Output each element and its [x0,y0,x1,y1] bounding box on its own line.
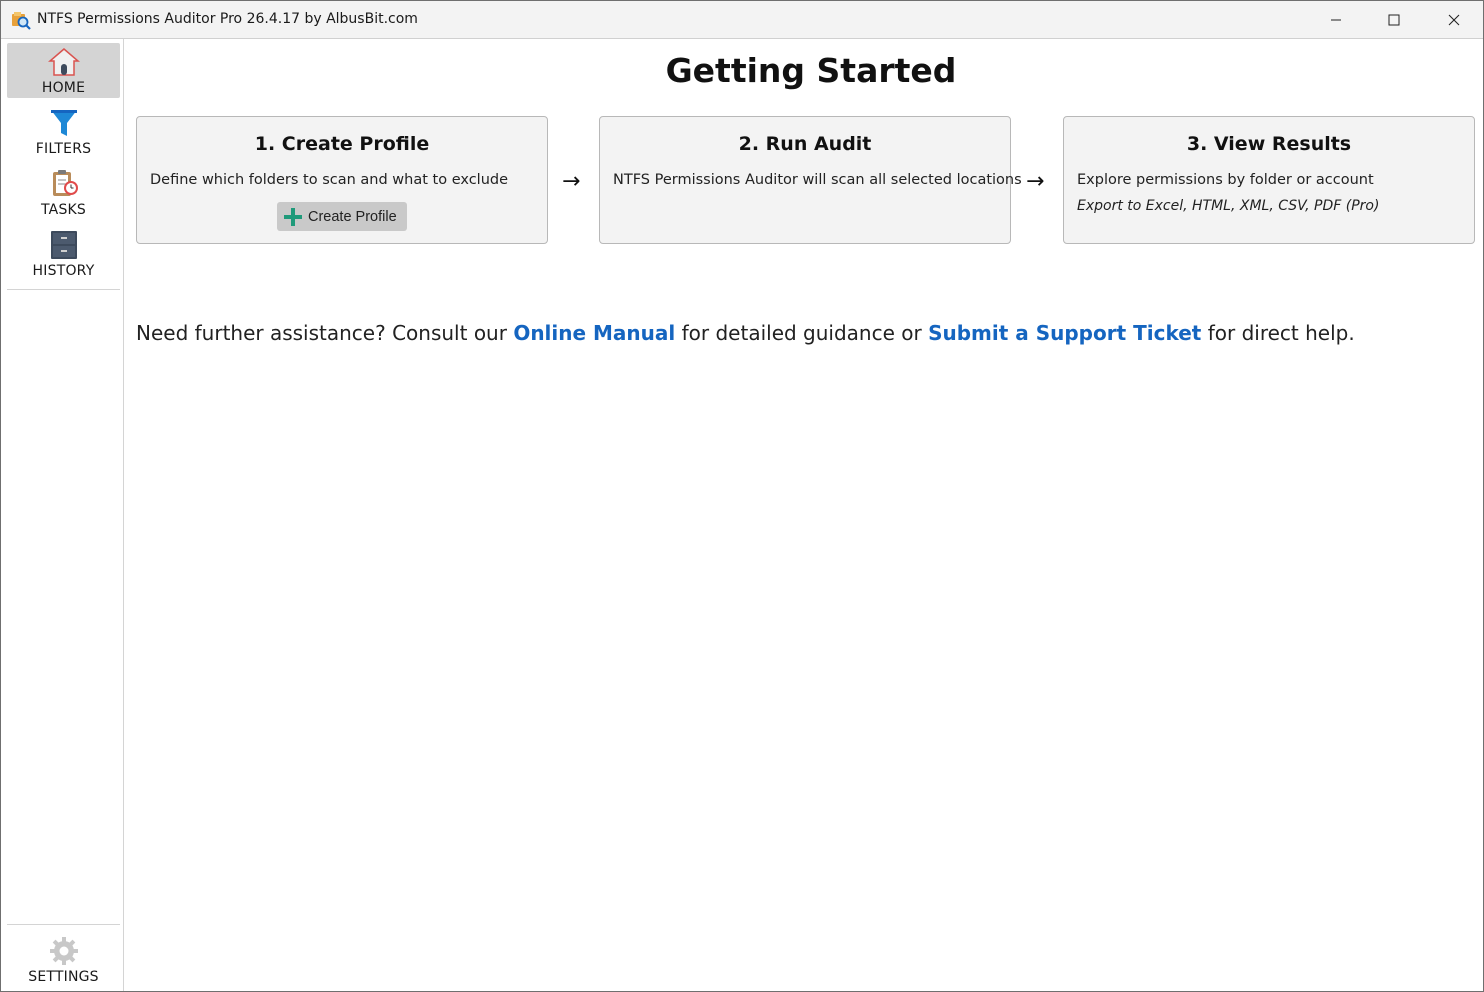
close-button[interactable] [1425,1,1483,39]
sidebar: HOME FILTERS TASKS HISTORY SETTINGS [1,39,124,991]
home-icon [47,46,80,78]
sidebar-item-label: SETTINGS [28,969,99,985]
sidebar-item-home[interactable]: HOME [7,43,120,98]
maximize-button[interactable] [1365,1,1423,39]
sidebar-item-label: TASKS [41,202,86,218]
step-title: 1. Create Profile [254,133,430,155]
main-content: Getting Started 1. Create Profile Define… [125,39,1483,991]
sidebar-item-label: HISTORY [32,263,95,279]
sidebar-divider [7,924,120,925]
sidebar-item-history[interactable]: HISTORY [7,226,120,281]
minimize-button[interactable] [1307,1,1365,39]
support-ticket-link[interactable]: Submit a Support Ticket [928,321,1201,345]
app-logo-icon [11,10,31,30]
step-description: NTFS Permissions Auditor will scan all s… [613,172,1022,188]
gear-icon [48,935,80,967]
history-icon [48,229,80,261]
help-middle: for detailed guidance or [675,321,929,345]
export-note: Export to Excel, HTML, XML, CSV, PDF (Pr… [1077,198,1380,214]
step-title: 2. Run Audit [738,133,872,155]
step-card-view-results: 3. View Results Explore permissions by f… [1063,116,1475,244]
page-title: Getting Started [665,51,957,90]
window-title: NTFS Permissions Auditor Pro 26.4.17 by … [37,11,418,27]
step-arrow: → [562,169,581,194]
plus-icon [284,207,302,226]
step-title: 3. View Results [1186,133,1352,155]
create-profile-button[interactable]: Create Profile [277,202,407,231]
sidebar-item-tasks[interactable]: TASKS [7,165,120,220]
tasks-icon [48,168,80,200]
step-card-run-audit: 2. Run Audit NTFS Permissions Auditor wi… [599,116,1022,244]
online-manual-link[interactable]: Online Manual [513,321,675,345]
app-window: NTFS Permissions Auditor Pro 26.4.17 by … [0,0,1484,992]
sidebar-divider [7,289,120,290]
sidebar-item-settings[interactable]: SETTINGS [7,932,120,987]
filter-icon [48,107,80,139]
help-prefix: Need further assistance? Consult our [136,321,514,345]
sidebar-item-label: HOME [41,80,86,96]
help-text: Need further assistance? Consult our Onl… [136,321,1355,345]
create-profile-label: Create Profile [308,208,397,225]
step-arrow: → [1026,169,1045,194]
help-suffix: for direct help. [1201,321,1355,345]
sidebar-item-label: FILTERS [35,141,92,157]
step-description: Define which folders to scan and what to… [150,172,509,188]
step-description: Explore permissions by folder or account [1077,172,1374,188]
sidebar-item-filters[interactable]: FILTERS [7,104,120,159]
step-card-create-profile: 1. Create Profile Define which folders t… [136,116,548,244]
title-bar[interactable]: NTFS Permissions Auditor Pro 26.4.17 by … [1,1,1483,39]
